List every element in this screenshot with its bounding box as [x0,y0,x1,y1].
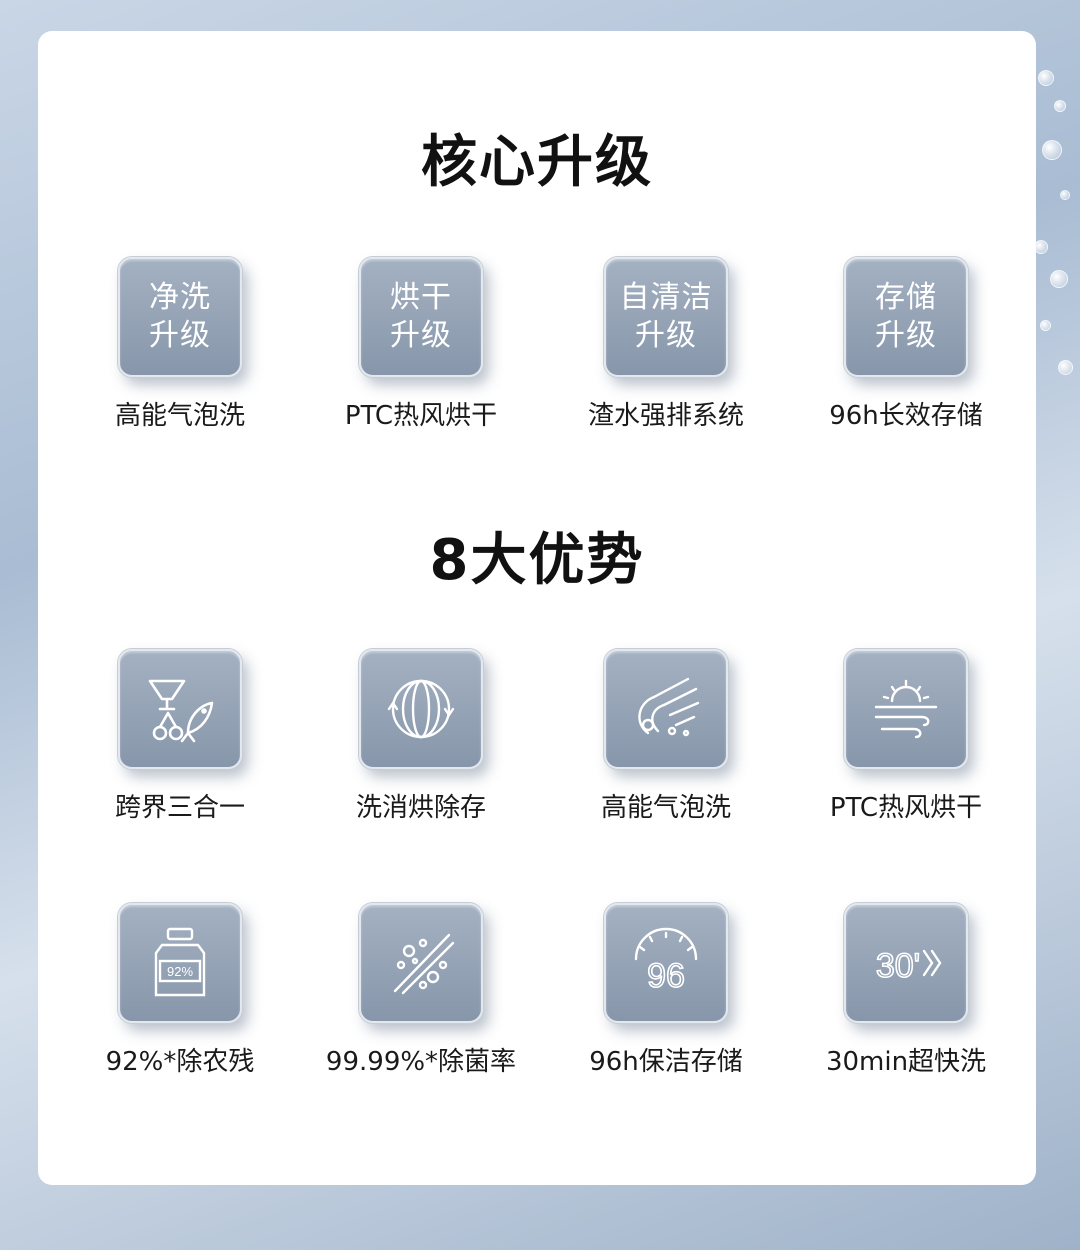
core-tile-line1: 净洗 [149,280,211,315]
96-gauge-icon: 96 [634,927,698,996]
advantage-caption: 92%*除农残 [105,1047,255,1077]
feature-card: 核心升级 净洗 升级 高能气泡洗 烘干 升级 PTC热风烘干 自清洁 升级 渣水… [38,31,1036,1185]
advantage-caption: PTC热风烘干 [829,793,983,823]
core-caption: 96h长效存储 [829,401,983,431]
hot-wind-sun-icon [874,679,938,739]
core-item-clean: 净洗 升级 高能气泡洗 [60,257,300,432]
gauge-number-label: 96 [647,957,685,995]
advantage-tile: 96 [604,903,728,1023]
advantage-tile [359,903,483,1023]
advantage-item-bubble: 高能气泡洗 [546,649,786,824]
core-tile-line1: 自清洁 [619,280,713,315]
advantage-item-ptc: PTC热风烘干 [786,649,1026,824]
advantage-caption: 96h保洁存储 [589,1047,743,1077]
fast-number-label: 30' [876,947,920,985]
advantage-caption: 99.99%*除菌率 [325,1047,517,1077]
advantage-item-pesticide: 92% 92%*除农残 [60,903,300,1078]
core-item-selfclean: 自清洁 升级 渣水强排系统 [546,257,786,432]
advantage-tile: 30' [844,903,968,1023]
advantage-item-3in1: 跨界三合一 [60,649,300,824]
30-min-fast-icon: 30' [875,946,942,986]
bowl-cherry-fish-icon [148,679,214,743]
circular-cycle-icon [387,679,455,739]
advantage-caption: 30min超快洗 [825,1047,987,1077]
core-tile-line2: 升级 [635,318,697,353]
core-tile-line2: 升级 [149,318,211,353]
core-tile-line2: 升级 [875,318,937,353]
advantage-item-germ: 99.99%*除菌率 [301,903,541,1078]
core-tile-line1: 存储 [875,280,937,315]
advantage-caption: 洗消烘除存 [355,793,486,823]
core-caption: 高能气泡洗 [114,401,245,431]
advantage-tile [359,649,483,769]
bottle-percent-label: 92% [167,964,193,979]
core-tile-line1: 烘干 [390,280,452,315]
core-caption: 渣水强排系统 [587,401,744,431]
advantage-item-30min: 30' 30min超快洗 [786,903,1026,1078]
advantage-caption: 跨界三合一 [114,793,245,823]
core-tile: 存储 升级 [844,257,968,377]
core-upgrade-title: 核心升级 [421,130,653,195]
advantage-item-96h: 96 96h保洁存储 [546,903,786,1078]
advantage-tile: 92% [118,903,242,1023]
core-tile-line2: 升级 [390,318,452,353]
core-tile: 净洗 升级 [118,257,242,377]
bubble-stream-icon [638,677,700,737]
advantages-title: 8大优势 [429,528,645,593]
advantage-caption: 高能气泡洗 [600,793,731,823]
advantage-item-cycle: 洗消烘除存 [301,649,541,824]
core-item-storage: 存储 升级 96h长效存储 [786,257,1026,432]
germ-strike-icon [393,933,455,995]
core-item-dry: 烘干 升级 PTC热风烘干 [301,257,541,432]
advantage-tile [118,649,242,769]
advantage-tile [844,649,968,769]
core-tile: 烘干 升级 [359,257,483,377]
advantage-tile [604,649,728,769]
bottle-percent-icon: 92% [154,927,206,997]
core-caption: PTC热风烘干 [344,401,498,431]
core-tile: 自清洁 升级 [604,257,728,377]
